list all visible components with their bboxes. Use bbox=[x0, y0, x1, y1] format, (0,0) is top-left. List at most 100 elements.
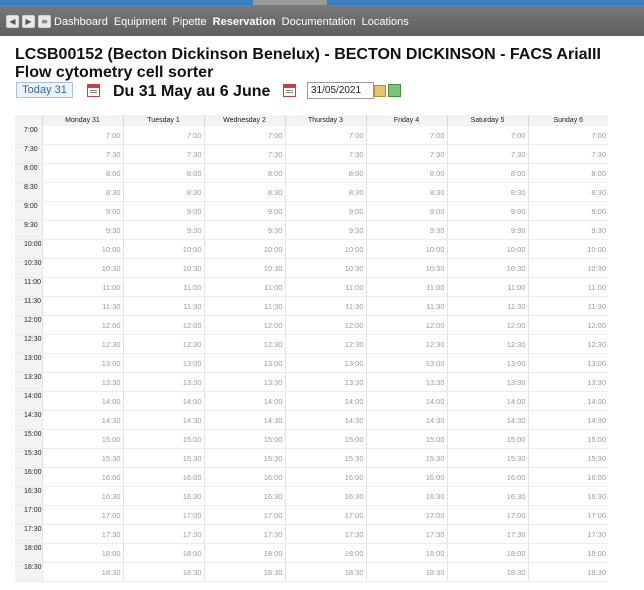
reservation-slot[interactable]: 15:00 bbox=[41, 429, 123, 449]
reservation-slot[interactable]: 17:30 bbox=[446, 524, 528, 544]
reservation-slot[interactable]: 10:30 bbox=[365, 258, 447, 278]
reservation-slot[interactable]: 14:00 bbox=[203, 391, 285, 411]
reservation-slot[interactable]: 9:30 bbox=[122, 220, 204, 240]
reservation-slot[interactable]: 11:30 bbox=[446, 296, 528, 316]
reservation-slot[interactable]: 7:00 bbox=[41, 126, 123, 145]
menu-icon[interactable]: ≡ bbox=[38, 15, 51, 28]
reservation-slot[interactable]: 10:00 bbox=[284, 239, 366, 259]
reservation-slot[interactable]: 11:00 bbox=[527, 277, 608, 297]
reservation-slot[interactable]: 7:00 bbox=[203, 126, 285, 145]
reservation-slot[interactable]: 17:00 bbox=[365, 505, 447, 525]
reservation-slot[interactable]: 13:00 bbox=[41, 353, 123, 373]
reservation-slot[interactable]: 18:30 bbox=[365, 562, 447, 582]
reservation-slot[interactable]: 12:00 bbox=[365, 315, 447, 335]
reservation-slot[interactable]: 12:30 bbox=[527, 334, 608, 354]
reservation-slot[interactable]: 16:00 bbox=[122, 467, 204, 487]
reservation-slot[interactable]: 15:30 bbox=[203, 448, 285, 468]
reservation-slot[interactable]: 9:00 bbox=[203, 201, 285, 221]
reservation-slot[interactable]: 9:30 bbox=[527, 220, 608, 240]
reservation-slot[interactable]: 12:30 bbox=[203, 334, 285, 354]
reservation-slot[interactable]: 10:00 bbox=[527, 239, 608, 259]
reservation-slot[interactable]: 8:00 bbox=[284, 163, 366, 183]
reservation-slot[interactable]: 12:00 bbox=[203, 315, 285, 335]
reservation-slot[interactable]: 15:30 bbox=[446, 448, 528, 468]
reservation-slot[interactable]: 16:00 bbox=[446, 467, 528, 487]
reservation-slot[interactable]: 14:00 bbox=[41, 391, 123, 411]
reservation-slot[interactable]: 14:30 bbox=[446, 410, 528, 430]
reservation-slot[interactable]: 12:00 bbox=[122, 315, 204, 335]
reservation-slot[interactable]: 11:30 bbox=[203, 296, 285, 316]
reservation-slot[interactable]: 8:30 bbox=[527, 182, 608, 202]
reservation-slot[interactable]: 14:00 bbox=[284, 391, 366, 411]
reservation-slot[interactable]: 8:00 bbox=[41, 163, 123, 183]
reservation-slot[interactable]: 9:00 bbox=[365, 201, 447, 221]
reservation-slot[interactable]: 14:30 bbox=[527, 410, 608, 430]
reservation-slot[interactable]: 8:00 bbox=[122, 163, 204, 183]
reservation-slot[interactable]: 16:30 bbox=[284, 486, 366, 506]
reservation-slot[interactable]: 16:30 bbox=[122, 486, 204, 506]
reservation-slot[interactable]: 9:30 bbox=[446, 220, 528, 240]
reservation-slot[interactable]: 14:30 bbox=[41, 410, 123, 430]
reservation-slot[interactable]: 15:30 bbox=[41, 448, 123, 468]
reservation-slot[interactable]: 16:00 bbox=[203, 467, 285, 487]
reservation-slot[interactable]: 9:00 bbox=[527, 201, 608, 221]
menu-item-equipment[interactable]: Equipment bbox=[114, 16, 167, 28]
reservation-slot[interactable]: 11:30 bbox=[365, 296, 447, 316]
reservation-slot[interactable]: 14:00 bbox=[527, 391, 608, 411]
reservation-slot[interactable]: 8:30 bbox=[284, 182, 366, 202]
reservation-slot[interactable]: 18:30 bbox=[41, 562, 123, 582]
reservation-slot[interactable]: 12:30 bbox=[446, 334, 528, 354]
reservation-slot[interactable]: 7:30 bbox=[41, 144, 123, 164]
reservation-slot[interactable]: 18:30 bbox=[446, 562, 528, 582]
reservation-slot[interactable]: 11:00 bbox=[365, 277, 447, 297]
reservation-slot[interactable]: 17:00 bbox=[122, 505, 204, 525]
reservation-slot[interactable]: 18:00 bbox=[365, 543, 447, 563]
reservation-slot[interactable]: 7:30 bbox=[446, 144, 528, 164]
reservation-slot[interactable]: 11:30 bbox=[527, 296, 608, 316]
reservation-slot[interactable]: 16:30 bbox=[203, 486, 285, 506]
reservation-slot[interactable]: 17:30 bbox=[122, 524, 204, 544]
menu-item-dashboard[interactable]: Dashboard bbox=[54, 16, 108, 28]
reservation-slot[interactable]: 11:30 bbox=[122, 296, 204, 316]
menu-item-documentation[interactable]: Documentation bbox=[282, 16, 356, 28]
reservation-slot[interactable]: 15:00 bbox=[365, 429, 447, 449]
reservation-slot[interactable]: 12:00 bbox=[446, 315, 528, 335]
reservation-slot[interactable]: 14:00 bbox=[365, 391, 447, 411]
reservation-slot[interactable]: 16:30 bbox=[365, 486, 447, 506]
reservation-slot[interactable]: 12:30 bbox=[41, 334, 123, 354]
reservation-slot[interactable]: 15:00 bbox=[446, 429, 528, 449]
reservation-slot[interactable]: 18:00 bbox=[284, 543, 366, 563]
reservation-slot[interactable]: 15:30 bbox=[365, 448, 447, 468]
reservation-slot[interactable]: 12:00 bbox=[41, 315, 123, 335]
reservation-slot[interactable]: 16:30 bbox=[41, 486, 123, 506]
reservation-slot[interactable]: 18:30 bbox=[284, 562, 366, 582]
reservation-slot[interactable]: 9:00 bbox=[41, 201, 123, 221]
reservation-slot[interactable]: 9:00 bbox=[122, 201, 204, 221]
reservation-slot[interactable]: 11:00 bbox=[41, 277, 123, 297]
reservation-slot[interactable]: 16:00 bbox=[284, 467, 366, 487]
reservation-slot[interactable]: 7:00 bbox=[284, 126, 366, 145]
reservation-slot[interactable]: 8:30 bbox=[446, 182, 528, 202]
reservation-slot[interactable]: 12:30 bbox=[365, 334, 447, 354]
reservation-slot[interactable]: 10:00 bbox=[446, 239, 528, 259]
reservation-slot[interactable]: 10:30 bbox=[122, 258, 204, 278]
reservation-slot[interactable]: 8:30 bbox=[41, 182, 123, 202]
reservation-slot[interactable]: 16:00 bbox=[41, 467, 123, 487]
reservation-slot[interactable]: 8:00 bbox=[365, 163, 447, 183]
reservation-slot[interactable]: 10:00 bbox=[41, 239, 123, 259]
reservation-slot[interactable]: 14:30 bbox=[365, 410, 447, 430]
reservation-slot[interactable]: 13:00 bbox=[284, 353, 366, 373]
reservation-slot[interactable]: 12:30 bbox=[284, 334, 366, 354]
reservation-slot[interactable]: 15:30 bbox=[527, 448, 608, 468]
reservation-slot[interactable]: 17:30 bbox=[365, 524, 447, 544]
reservation-slot[interactable]: 12:00 bbox=[284, 315, 366, 335]
reservation-slot[interactable]: 9:30 bbox=[284, 220, 366, 240]
reservation-slot[interactable]: 17:30 bbox=[284, 524, 366, 544]
reservation-slot[interactable]: 8:00 bbox=[203, 163, 285, 183]
reservation-slot[interactable]: 7:00 bbox=[122, 126, 204, 145]
forward-icon[interactable]: ▶ bbox=[22, 15, 35, 28]
reservation-slot[interactable]: 18:00 bbox=[203, 543, 285, 563]
reservation-slot[interactable]: 18:30 bbox=[122, 562, 204, 582]
reservation-slot[interactable]: 15:30 bbox=[122, 448, 204, 468]
reservation-slot[interactable]: 17:00 bbox=[446, 505, 528, 525]
